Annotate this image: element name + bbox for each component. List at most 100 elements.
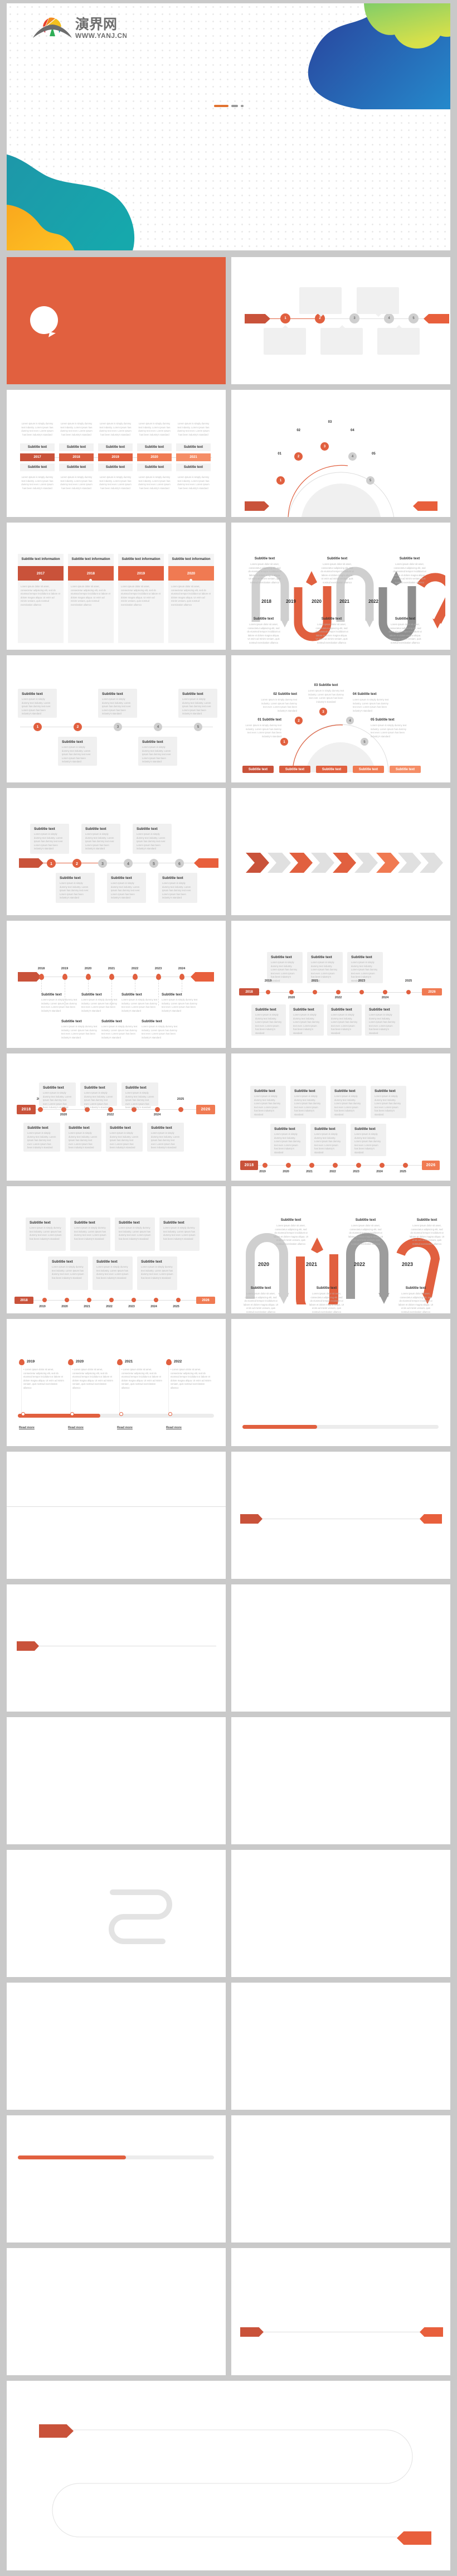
axis-node-3[interactable]	[313, 990, 317, 994]
dot-node-5[interactable]: 5	[194, 723, 202, 731]
dot-node-1[interactable]: 1	[33, 723, 42, 731]
progress-bar[interactable]	[242, 1425, 439, 1429]
progress-knob[interactable]	[168, 1412, 172, 1416]
arc2-pill[interactable]: Subtitle text	[242, 766, 274, 773]
start-tag[interactable]	[245, 501, 269, 511]
node-1[interactable]: 1	[47, 859, 56, 868]
read-more-link[interactable]: Read more	[117, 1426, 133, 1429]
year-pin[interactable]	[133, 974, 138, 980]
slide-pins-buttons[interactable]	[231, 1983, 450, 2110]
arc2-node-3[interactable]: 3	[319, 708, 327, 716]
read-more-link[interactable]: Read more	[166, 1426, 182, 1429]
year-end-pill[interactable]: 2026	[422, 988, 442, 995]
read-more-link[interactable]: Read more	[19, 1426, 35, 1429]
node-2[interactable]: 2	[72, 859, 81, 868]
arc-node-5[interactable]: 5	[366, 476, 375, 485]
axis-node-4[interactable]	[333, 1163, 338, 1168]
slide-blank-cards[interactable]	[231, 1717, 450, 1844]
start-tag[interactable]	[240, 2327, 264, 2337]
slide-icon-timeline[interactable]	[7, 1584, 226, 1712]
finish-tag[interactable]	[191, 972, 214, 982]
node-5[interactable]: 5	[149, 859, 158, 868]
axis-node-7[interactable]	[406, 990, 411, 994]
chevron-4[interactable]	[311, 853, 334, 873]
finish-tag[interactable]	[420, 2327, 443, 2337]
progress-knob[interactable]	[70, 1412, 74, 1416]
start-tag[interactable]	[18, 972, 41, 982]
arc-node-3[interactable]: 3	[320, 442, 329, 451]
axis-node-7[interactable]	[178, 1107, 183, 1112]
year-cell[interactable]: 2021	[176, 453, 211, 461]
year-start-pill[interactable]: 2018	[239, 988, 259, 995]
start-tag[interactable]	[39, 2424, 74, 2438]
year-pin[interactable]	[62, 974, 67, 980]
arc2-pill[interactable]: Subtitle text	[316, 766, 347, 773]
year-tag-end[interactable]: 2026	[196, 1105, 215, 1114]
arc2-node-4[interactable]: 4	[346, 717, 354, 724]
dot-node-2[interactable]: 2	[74, 723, 82, 731]
bs-node-6[interactable]	[154, 1298, 158, 1302]
chevron-6[interactable]	[354, 853, 378, 873]
axis-node-6[interactable]	[155, 1107, 160, 1112]
chevron-8[interactable]	[398, 853, 421, 873]
slide-nodes-6[interactable]: 1 Subtitle text Lorem Ipsum is simply dumm…	[7, 788, 226, 915]
slide-snake-arrows[interactable]: 2018 2019 2020 2021 2022 Subtitle text Lorem i…	[231, 523, 450, 650]
slide-speech-line[interactable]: 2018 2026 Subtitle text Lorem Ipsum is si…	[231, 1053, 450, 1181]
start-tag[interactable]	[245, 314, 270, 323]
node-5[interactable]: 5	[409, 313, 419, 323]
axis-node-3[interactable]	[309, 1163, 314, 1168]
year-cell[interactable]: 2017	[20, 453, 55, 461]
slide-icon-nodes[interactable]	[231, 1452, 450, 1579]
year-tag-end[interactable]: 2026	[422, 1161, 440, 1170]
year-tag-start[interactable]: 2018	[17, 1105, 36, 1114]
slide-chevrons[interactable]	[231, 788, 450, 915]
bs-node-7[interactable]	[176, 1298, 181, 1302]
axis-node-1[interactable]	[266, 990, 270, 994]
finish-tag[interactable]	[413, 501, 437, 511]
slide-arc[interactable]: 1 2 3 4 5 01 02 03 04 05	[231, 390, 450, 517]
axis-node-1[interactable]	[38, 1107, 43, 1112]
bs-node-4[interactable]	[109, 1298, 114, 1302]
slide-grid-cards[interactable]: Subtitle text Lorem Ipsum is simply dummy…	[231, 921, 450, 1048]
read-more-link[interactable]: Read more	[68, 1426, 84, 1429]
year-pin[interactable]	[179, 974, 184, 980]
axis-node-2[interactable]	[286, 1163, 291, 1168]
slide-snake-boxes[interactable]	[7, 1850, 226, 1977]
arc-node-4[interactable]: 4	[348, 452, 357, 461]
axis-node-5[interactable]	[359, 990, 364, 994]
slide-hex-row[interactable]	[7, 2248, 226, 2375]
arc2-node-2[interactable]: 2	[295, 717, 303, 724]
year-pin[interactable]	[109, 974, 114, 980]
slide-nodes-7[interactable]	[231, 2248, 450, 2375]
start-tag[interactable]	[17, 1641, 39, 1651]
node-3[interactable]: 3	[98, 859, 107, 868]
node-6[interactable]: 6	[175, 859, 184, 868]
chevron-2[interactable]	[268, 853, 291, 873]
progress-bar[interactable]	[18, 2155, 214, 2159]
slide-columns-4[interactable]: Subtitle text information 2017 Lorem ipsum…	[7, 523, 226, 650]
year-tag-start[interactable]: 2018	[240, 1161, 258, 1170]
chevron-3[interactable]	[289, 853, 313, 873]
axis-node-6[interactable]	[380, 1163, 385, 1168]
bs-node-2[interactable]	[65, 1298, 69, 1302]
chevron-5[interactable]	[333, 853, 356, 873]
slide-nodes-5[interactable]: 1 2 3 4 5	[231, 257, 450, 384]
year-pin[interactable]	[39, 974, 44, 980]
year-cell[interactable]: 2019	[98, 453, 133, 461]
axis-node-5[interactable]	[356, 1163, 361, 1168]
slide-big-snake-cards[interactable]	[7, 2381, 450, 2570]
axis-node-7[interactable]	[403, 1163, 408, 1168]
axis-node-6[interactable]	[383, 990, 387, 994]
axis-node-2[interactable]	[289, 990, 294, 994]
node-1[interactable]: 1	[280, 313, 290, 323]
slide-big-snake[interactable]: Subtitle text Lorem Ipsum is simply dummy…	[7, 1186, 226, 1313]
node-3[interactable]: 3	[349, 313, 359, 323]
arc-node-1[interactable]: 1	[276, 476, 285, 485]
progress-bar[interactable]	[18, 1414, 214, 1418]
slide-dots-5[interactable]: 1 Subtitle text Lorem Ipsum is simply dumm…	[7, 655, 226, 782]
dot-node-4[interactable]: 4	[154, 723, 162, 731]
bs-node-1[interactable]	[42, 1298, 47, 1302]
axis-node-4[interactable]	[336, 990, 341, 994]
slide-cover[interactable]	[7, 257, 226, 384]
slide-two-cards[interactable]	[7, 1717, 226, 1844]
